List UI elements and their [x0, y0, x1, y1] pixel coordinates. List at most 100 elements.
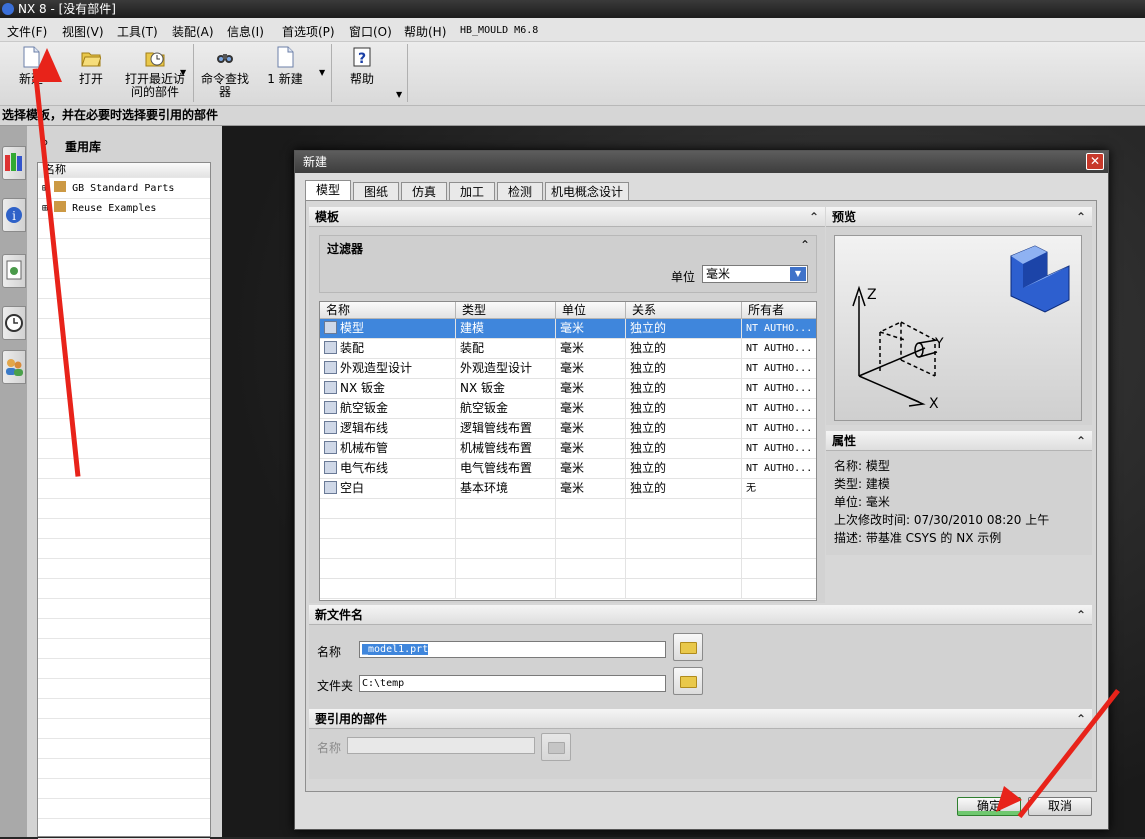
library-icon	[54, 181, 67, 192]
table-cell-owner: NT AUTHO...	[742, 319, 816, 339]
tab-mechatronics[interactable]: 机电概念设计	[545, 182, 629, 201]
table-cell-type: 外观造型设计	[456, 359, 556, 379]
table-cell-owner: NT AUTHO...	[742, 459, 816, 479]
table-cell-owner: 无	[742, 479, 816, 499]
column-header-owner[interactable]: 所有者	[742, 302, 816, 319]
folder-icon	[548, 742, 565, 754]
menu-help[interactable]: 帮助(H)	[404, 23, 446, 40]
template-icon	[324, 461, 337, 474]
table-row[interactable]: 航空钣金 航空钣金 毫米 独立的 NT AUTHO...	[320, 399, 816, 419]
column-header-relation[interactable]: 关系	[626, 302, 742, 319]
table-cell-rel: 独立的	[626, 319, 742, 339]
command-finder-button[interactable]: 命令查找 器	[198, 46, 252, 99]
nx-logo-icon	[2, 3, 14, 15]
collapse-icon[interactable]: ⌃	[1076, 605, 1086, 625]
table-row[interactable]: 机械布管 机械管线布置 毫米 独立的 NT AUTHO...	[320, 439, 816, 459]
dropdown-arrow-icon[interactable]: ▼	[180, 68, 186, 77]
menu-hb-mould[interactable]: HB_MOULD M6.8	[460, 25, 538, 36]
table-cell-unit	[556, 559, 626, 579]
table-row[interactable]: 模型 建模 毫米 独立的 NT AUTHO...	[320, 319, 816, 339]
library-icon	[54, 201, 67, 212]
filename-input[interactable]: _model1.prt	[359, 641, 666, 658]
table-cell-owner	[742, 559, 816, 579]
table-cell-type: 航空钣金	[456, 399, 556, 419]
menu-window[interactable]: 窗口(O)	[349, 23, 392, 40]
table-row[interactable]: 装配 装配 毫米 独立的 NT AUTHO...	[320, 339, 816, 359]
list-item[interactable]: ⊞ GB Standard Parts	[38, 179, 210, 199]
table-cell-name: NX 钣金	[320, 379, 456, 399]
cancel-button[interactable]: 取消	[1028, 797, 1092, 816]
browse-folder-button[interactable]	[673, 667, 703, 695]
chevron-down-icon[interactable]: ▼	[790, 267, 806, 281]
tab-drawing[interactable]: 图纸	[353, 182, 399, 201]
new-filename-header[interactable]: 新文件名 ⌃	[309, 605, 1092, 625]
preview-header[interactable]: 预览 ⌃	[826, 207, 1092, 227]
table-cell-unit: 毫米	[556, 319, 626, 339]
templates-group: 模板 ⌃ 过滤器 ⌃ 单位 毫米 ▼ 名称 类型 单位 关系 所有者 模型 建模 毫米…	[309, 207, 825, 603]
table-row[interactable]: 电气布线 电气管线布置 毫米 独立的 NT AUTHO...	[320, 459, 816, 479]
filename-label: 名称	[317, 645, 342, 659]
help-button-label: 帮助	[349, 72, 374, 86]
table-row[interactable]: 逻辑布线 逻辑管线布置 毫米 独立的 NT AUTHO...	[320, 419, 816, 439]
templates-table: 名称 类型 单位 关系 所有者 模型 建模 毫米 独立的 NT AUTHO... 装配 装配…	[319, 301, 817, 601]
table-cell-type: 基本环境	[456, 479, 556, 499]
properties-header[interactable]: 属性 ⌃	[826, 431, 1092, 451]
folder-input[interactable]: C:\temp	[359, 675, 666, 692]
reuse-library-tab[interactable]	[2, 146, 26, 180]
table-cell-name: 模型	[320, 319, 456, 339]
table-cell-owner: NT AUTHO...	[742, 419, 816, 439]
recent-clock-icon	[145, 52, 165, 67]
tab-model[interactable]: 模型	[305, 180, 351, 201]
collapse-icon[interactable]: ⌃	[800, 238, 810, 252]
unit-select[interactable]: 毫米 ▼	[702, 265, 808, 283]
browse-filename-button[interactable]	[673, 633, 703, 661]
menu-info[interactable]: 信息(I)	[227, 23, 264, 40]
menu-preferences[interactable]: 首选项(P)	[282, 23, 335, 40]
template-name: 航空钣金	[340, 401, 389, 415]
toolbar-separator	[331, 44, 332, 102]
menu-assembly[interactable]: 装配(A)	[172, 23, 214, 40]
menu-file[interactable]: 文件(F)	[7, 23, 47, 40]
column-header-unit[interactable]: 单位	[556, 302, 626, 319]
menu-view[interactable]: 视图(V)	[62, 23, 104, 40]
dropdown-arrow-icon-2[interactable]: ▼	[319, 68, 325, 77]
svg-text:i: i	[12, 209, 16, 223]
history-palette-tab[interactable]	[2, 254, 26, 288]
template-icon	[324, 361, 337, 374]
table-row[interactable]: 空白 基本环境 毫米 独立的无	[320, 479, 816, 499]
column-header-name[interactable]: 名称	[320, 302, 456, 319]
help-button[interactable]: ? 帮助	[340, 46, 384, 86]
reuse-library-list: 名称 ⊞ GB Standard Parts ⊞ Reuse Examples	[37, 162, 211, 839]
collapse-icon[interactable]: ⌃	[809, 207, 819, 227]
collapse-icon[interactable]: ⌃	[1076, 709, 1086, 729]
web-browser-tab[interactable]: i	[2, 198, 26, 232]
table-cell-name: 装配	[320, 339, 456, 359]
table-row[interactable]: 外观造型设计 外观造型设计 毫米 独立的 NT AUTHO...	[320, 359, 816, 379]
menu-tools[interactable]: 工具(T)	[117, 23, 158, 40]
template-name: 机械布管	[340, 441, 389, 455]
tab-manufacturing[interactable]: 加工	[449, 182, 495, 201]
template-icon	[324, 481, 337, 494]
binoculars-icon	[217, 54, 233, 63]
table-row[interactable]: NX 钣金 NX 钣金 毫米 独立的 NT AUTHO...	[320, 379, 816, 399]
table-cell-unit: 毫米	[556, 399, 626, 419]
table-cell-type: 机械管线布置	[456, 439, 556, 459]
open-button[interactable]: 打开	[72, 46, 110, 86]
list-item[interactable]: ⊞ Reuse Examples	[38, 199, 210, 219]
books-icon	[5, 153, 22, 171]
history-tab[interactable]	[2, 306, 26, 340]
ref-name-input	[347, 737, 535, 754]
toolbar-options-arrow-icon[interactable]: ▼	[396, 90, 402, 99]
roles-tab[interactable]	[2, 350, 26, 384]
column-header-type[interactable]: 类型	[456, 302, 556, 319]
close-button[interactable]: ✕	[1086, 153, 1104, 170]
tab-simulation[interactable]: 仿真	[401, 182, 447, 201]
menu-bar: 文件(F) 视图(V) 工具(T) 装配(A) 信息(I) 首选项(P) 窗口(…	[0, 18, 1145, 42]
collapse-icon[interactable]: ⌃	[1076, 207, 1086, 227]
new-button-2[interactable]: 1 新建	[262, 46, 308, 86]
referenced-parts-header[interactable]: 要引用的部件 ⌃	[309, 709, 1092, 729]
collapse-icon[interactable]: ⌃	[1076, 431, 1086, 451]
tab-inspection[interactable]: 检测	[497, 182, 543, 201]
table-cell-unit	[556, 519, 626, 539]
templates-header[interactable]: 模板 ⌃	[309, 207, 825, 227]
